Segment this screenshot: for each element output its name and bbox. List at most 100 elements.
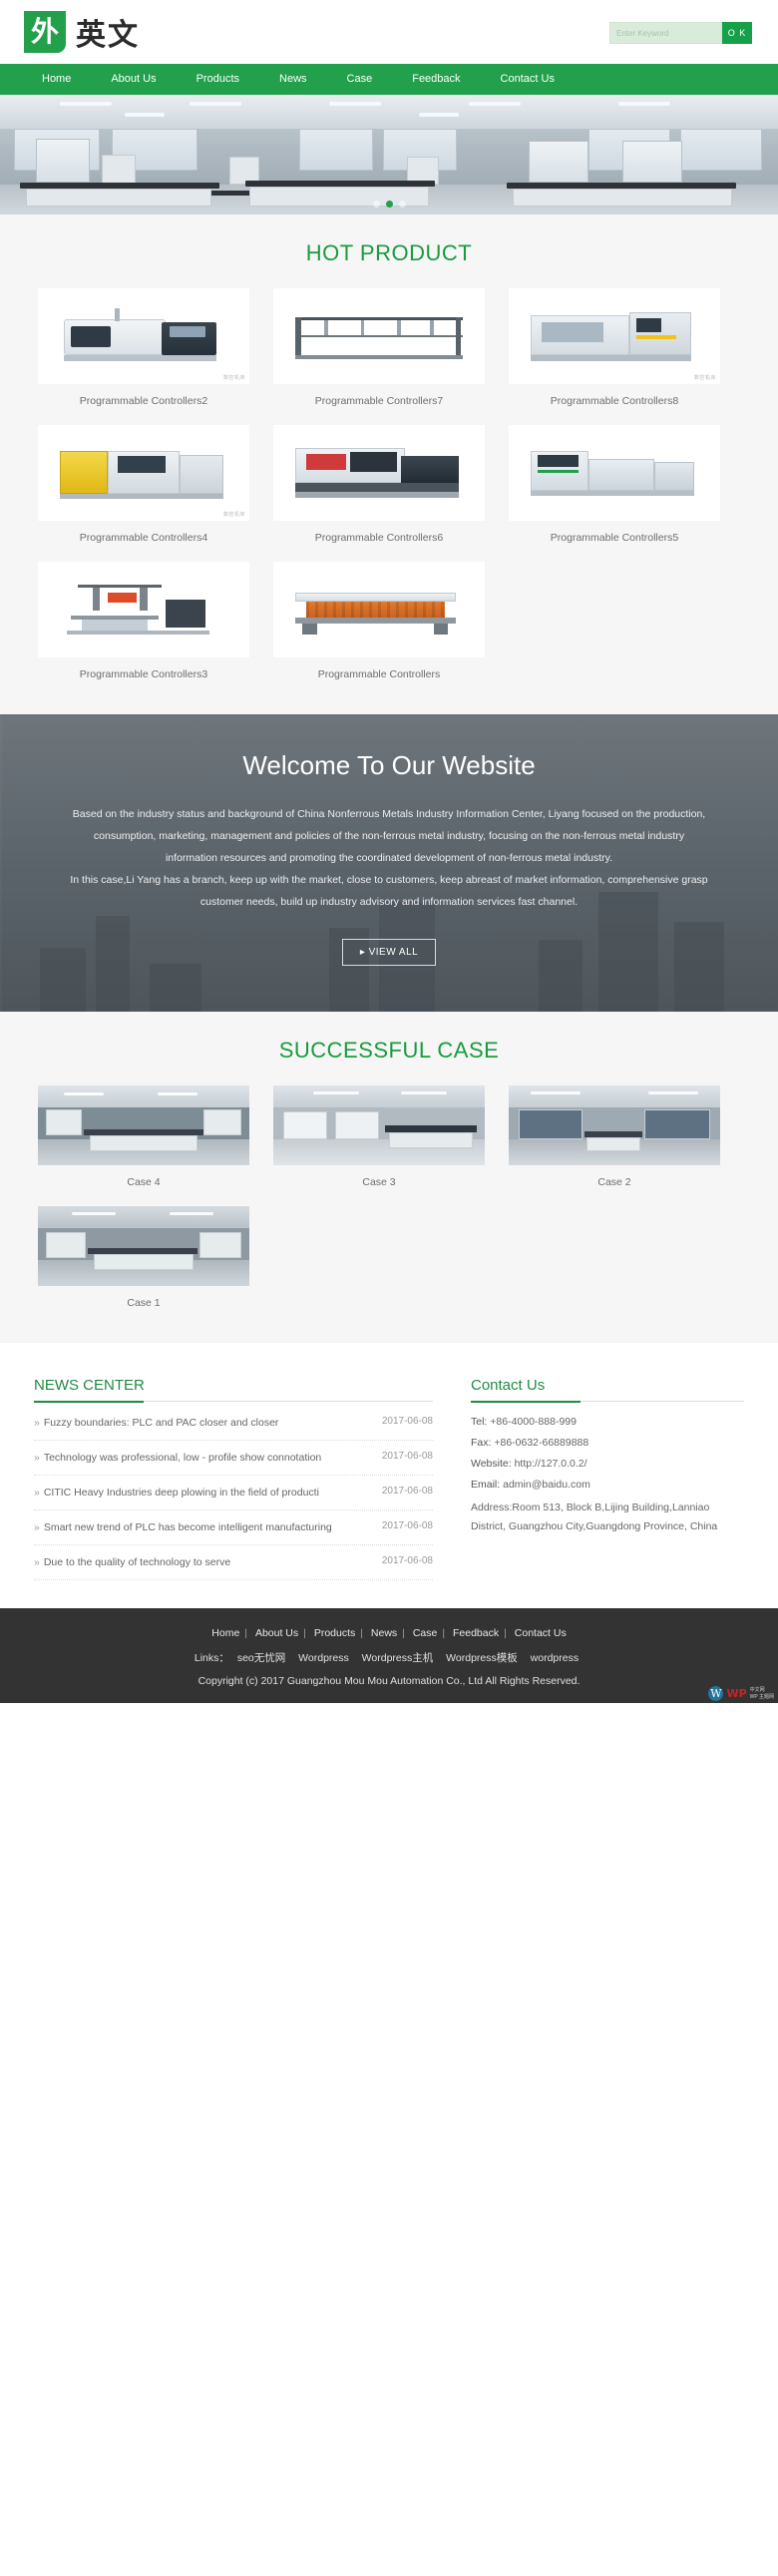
footer-link-wordpress-template[interactable]: Wordpress模板 [441,1652,523,1664]
wordpress-badge-sub-line2: WP 主题网 [749,1693,774,1700]
nav-item-products[interactable]: Products [177,64,259,95]
product-image[interactable] [273,425,485,521]
news-item[interactable]: » Fuzzy boundaries: PLC and PAC closer an… [34,1406,433,1441]
footer-nav-contact-us[interactable]: Contact Us [512,1627,570,1639]
contact-website: Website: http://127.0.0.2/ [471,1454,744,1475]
case-card[interactable]: Case 3 [273,1085,485,1188]
news-item-title: » CITIC Heavy Industries deep plowing in … [34,1487,319,1499]
product-image[interactable] [38,562,249,657]
product-card[interactable]: 数控机床 Programmable Controllers8 [509,288,720,407]
contact-title: Contact Us [471,1377,546,1394]
nav-item-news[interactable]: News [259,64,327,95]
contact-email: Email: admin@baidu.com [471,1475,744,1496]
banner-dot-3[interactable] [398,201,406,208]
case-label[interactable]: Case 1 [38,1286,249,1309]
product-watermark: 数控机床 [222,375,245,381]
product-label[interactable]: Programmable Controllers8 [509,384,720,407]
news-item[interactable]: » Technology was professional, low - prof… [34,1441,433,1476]
product-card[interactable]: Programmable Controllers5 [509,425,720,544]
nav-item-home[interactable]: Home [22,64,91,95]
hot-product-grid: 数控机床 Programmable Controllers2 Programma… [34,288,744,680]
search-box[interactable]: O K [609,22,752,44]
case-label[interactable]: Case 4 [38,1165,249,1188]
product-image[interactable] [509,425,720,521]
banner-image [0,95,778,215]
case-grid: Case 4 Case 3 Case 2 Case 1 [34,1085,744,1309]
successful-case-title: SUCCESSFUL CASE [278,1038,500,1063]
footer-nav-products[interactable]: Products [311,1627,358,1639]
contact-email-value[interactable]: admin@baidu.com [503,1479,590,1491]
product-label[interactable]: Programmable Controllers7 [273,384,485,407]
contact-website-value[interactable]: http://127.0.0.2/ [515,1458,587,1470]
product-image[interactable] [273,288,485,384]
case-card[interactable]: Case 2 [509,1085,720,1188]
nav-item-case[interactable]: Case [327,64,393,95]
banner-dot-2[interactable] [385,201,393,208]
product-card[interactable]: Programmable Controllers7 [273,288,485,407]
contact-address: Address:Room 513, Block B,Lijing Buildin… [471,1502,718,1532]
chevron-right-icon: » [34,1417,40,1429]
contact-divider [471,1401,744,1403]
product-label[interactable]: Programmable Controllers3 [38,657,249,680]
wordpress-badge[interactable]: W WP 中文网 WP 主题网 [708,1686,774,1701]
banner-pagination[interactable] [0,201,778,208]
product-watermark: 数控机床 [693,375,716,381]
product-label[interactable]: Programmable Controllers2 [38,384,249,407]
case-label[interactable]: Case 3 [273,1165,485,1188]
footer-links-label: Links： [194,1652,229,1664]
product-card[interactable]: 数控机床 Programmable Controllers4 [38,425,249,544]
nav-item-about-us[interactable]: About Us [91,64,176,95]
contact-fax-label: Fax: [471,1437,492,1449]
product-image[interactable] [273,562,485,657]
news-item-title: » Fuzzy boundaries: PLC and PAC closer an… [34,1417,279,1429]
news-item-date: 2017-06-08 [381,1555,433,1566]
case-image[interactable] [38,1206,249,1286]
footer-nav-about-us[interactable]: About Us [252,1627,301,1639]
case-card[interactable]: Case 1 [38,1206,249,1309]
product-card[interactable]: Programmable Controllers3 [38,562,249,680]
footer-nav-news[interactable]: News [368,1627,400,1639]
site-footer: Home | About Us | Products | News | Case | Fe… [0,1608,778,1703]
product-card[interactable]: Programmable Controllers [273,562,485,680]
case-image[interactable] [38,1085,249,1165]
welcome-title: Welcome To Our Website [242,750,536,780]
product-card[interactable]: 数控机床 Programmable Controllers2 [38,288,249,407]
nav-item-contact-us[interactable]: Contact Us [481,64,575,95]
case-image[interactable] [273,1085,485,1165]
product-image[interactable]: 数控机床 [509,288,720,384]
product-label[interactable]: Programmable Controllers6 [273,521,485,544]
product-watermark: 数控机床 [222,512,245,518]
product-label[interactable]: Programmable Controllers4 [38,521,249,544]
product-image[interactable]: 数控机床 [38,288,249,384]
product-label[interactable]: Programmable Controllers [273,657,485,680]
logo[interactable]: 外 英文 [24,10,140,54]
contact-panel: Contact Us Tel: +86-4000-888-999 Fax: +8… [471,1377,744,1580]
product-card[interactable]: Programmable Controllers6 [273,425,485,544]
news-item[interactable]: » CITIC Heavy Industries deep plowing in … [34,1476,433,1510]
main-navigation: Home About Us Products News Case Feedbac… [0,64,778,95]
news-center-divider [34,1401,433,1403]
footer-nav-case[interactable]: Case [410,1627,441,1639]
footer-nav-home[interactable]: Home [208,1627,242,1639]
news-item[interactable]: » Due to the quality of technology to ser… [34,1545,433,1580]
footer-link-wordpress-host[interactable]: Wordpress主机 [357,1652,439,1664]
news-item-title: » Smart new trend of PLC has become intel… [34,1521,332,1533]
footer-nav-feedback[interactable]: Feedback [450,1627,502,1639]
search-submit-button[interactable]: O K [722,22,752,44]
news-item-date: 2017-06-08 [381,1416,433,1427]
footer-link-wordpress-lower[interactable]: wordpress [526,1652,584,1664]
product-image[interactable]: 数控机床 [38,425,249,521]
footer-link-seo[interactable]: seo无忧网 [232,1652,290,1664]
case-card[interactable]: Case 4 [38,1085,249,1188]
view-all-button[interactable]: ▸ VIEW ALL [341,939,437,966]
nav-item-feedback[interactable]: Feedback [392,64,480,95]
case-image[interactable] [509,1085,720,1165]
news-item[interactable]: » Smart new trend of PLC has become intel… [34,1510,433,1545]
contact-fax: Fax: +86-0632-66889888 [471,1433,744,1454]
footer-link-wordpress[interactable]: Wordpress [293,1652,354,1664]
case-label[interactable]: Case 2 [509,1165,720,1188]
logo-text: 英文 [76,18,140,53]
search-input[interactable] [609,22,722,44]
product-label[interactable]: Programmable Controllers5 [509,521,720,544]
banner-dot-1[interactable] [372,201,380,208]
